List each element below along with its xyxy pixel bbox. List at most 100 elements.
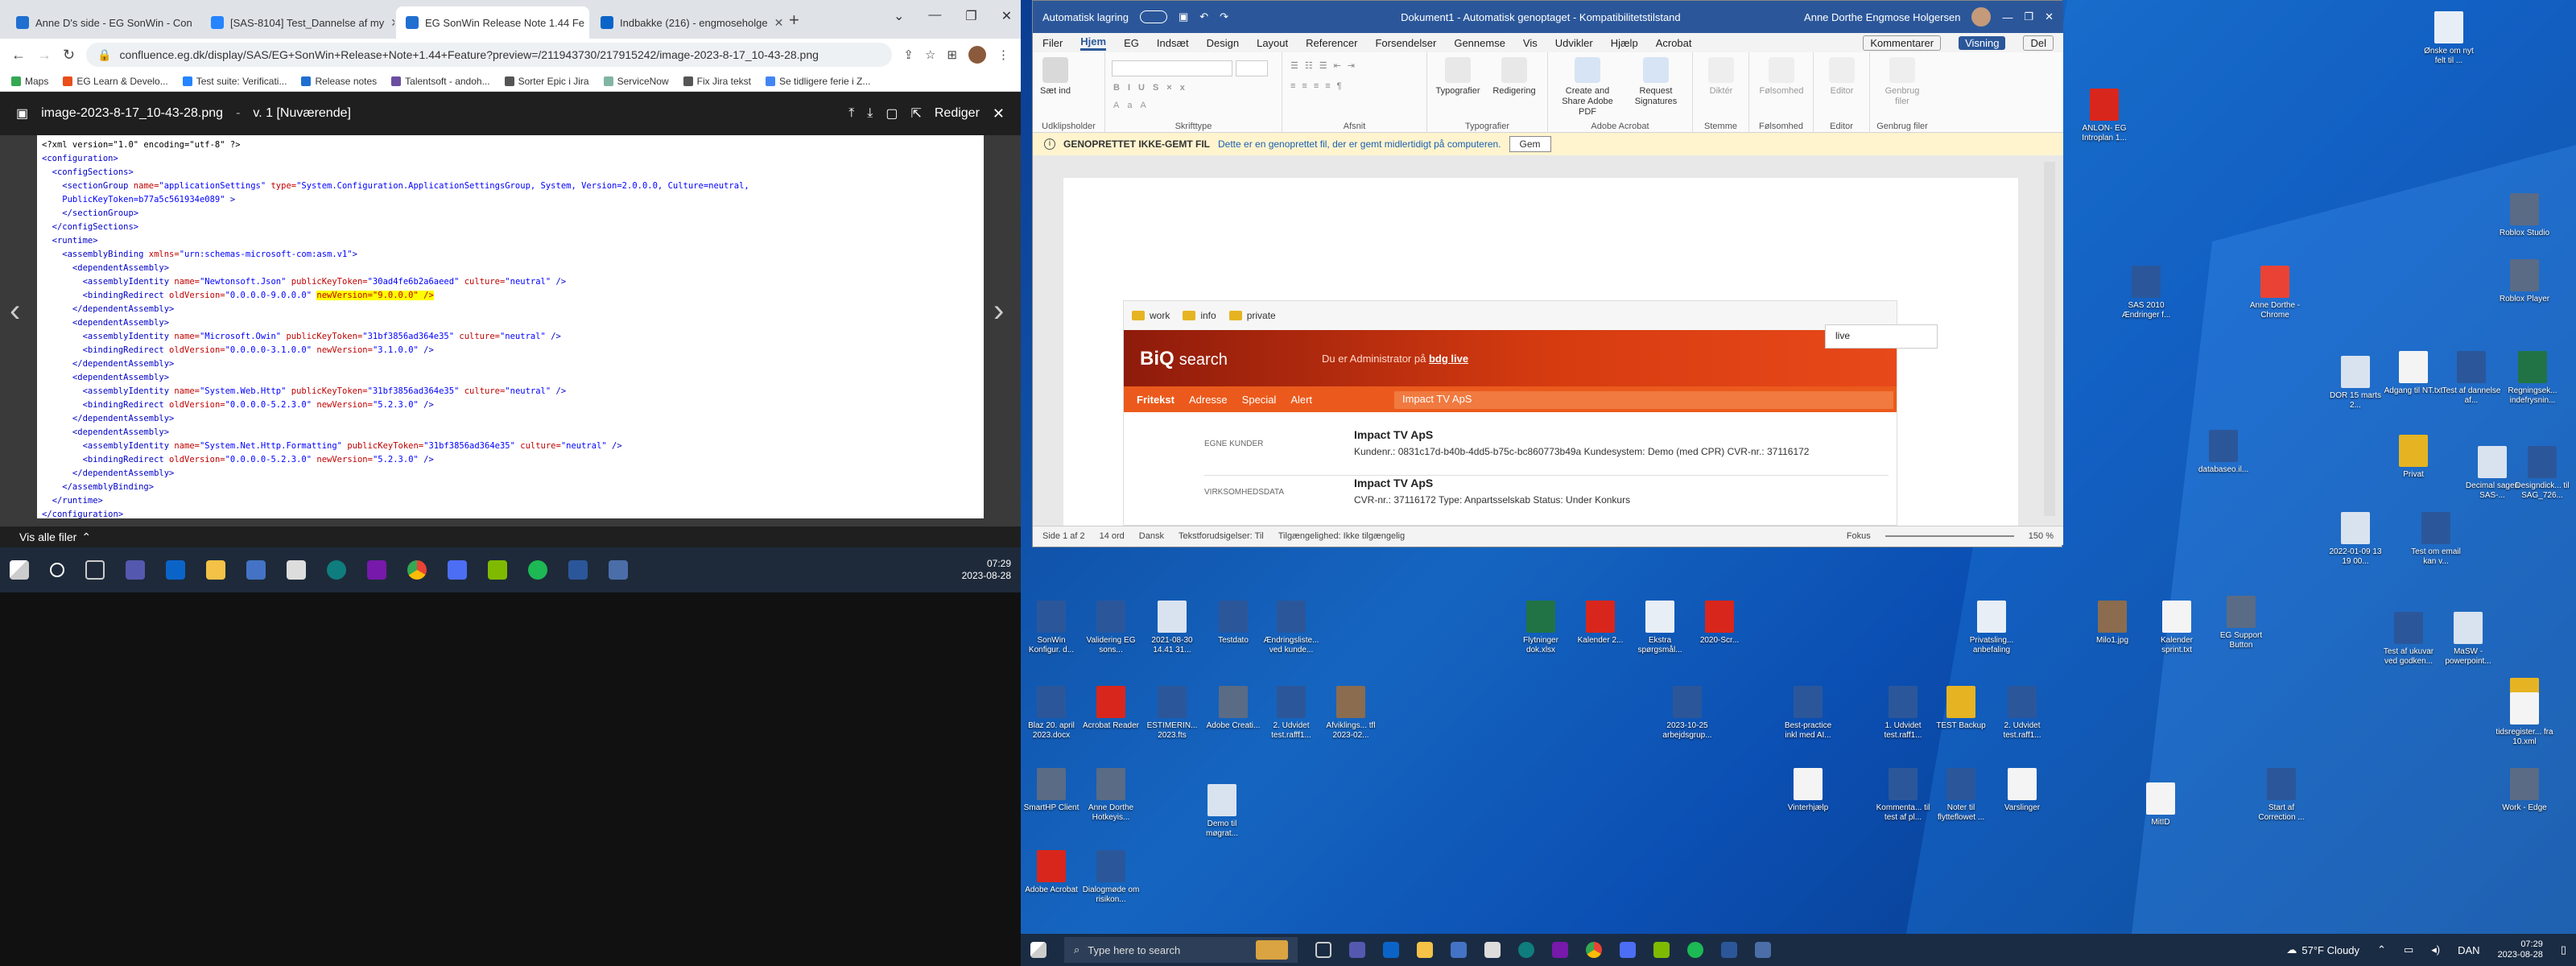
- desktop-icon[interactable]: Blaz 20. april 2023.docx: [1021, 686, 1082, 741]
- desktop-icon[interactable]: SonWin Konfigur. d...: [1021, 601, 1082, 655]
- close-icon[interactable]: ✕: [199, 16, 200, 30]
- volume-icon[interactable]: ◂): [2431, 943, 2440, 956]
- desktop-icon[interactable]: tidsregister... fra 10.xml: [2494, 692, 2555, 747]
- bookmark-item[interactable]: Se tidligere ferie i Z...: [765, 76, 870, 87]
- zoom-level[interactable]: 150 %: [2029, 531, 2054, 541]
- preview-edit-button[interactable]: Rediger: [935, 106, 980, 121]
- browser-tab[interactable]: Anne D's side - EG SonWin - Con ✕: [6, 6, 200, 39]
- menu-eg[interactable]: EG: [1124, 37, 1139, 49]
- desktop-icon[interactable]: Kalender sprint.txt: [2146, 601, 2207, 655]
- close-preview-icon[interactable]: ✕: [993, 105, 1005, 122]
- teams-icon[interactable]: [126, 560, 145, 580]
- create-pdf-button[interactable]: Create and Share Adobe PDF: [1553, 57, 1622, 118]
- next-arrow-icon[interactable]: ›: [993, 293, 1004, 329]
- desktop-icon[interactable]: Afviklings... tfl 2023-02...: [1320, 686, 1381, 741]
- app-icon[interactable]: [609, 560, 628, 580]
- bookmark-item[interactable]: Sorter Epic i Jira: [504, 76, 589, 87]
- edge-icon[interactable]: [1518, 942, 1534, 958]
- network-icon[interactable]: ▭: [2404, 943, 2413, 956]
- font-color-buttons[interactable]: AaA: [1113, 101, 1154, 110]
- task-view-icon[interactable]: [1315, 942, 1331, 958]
- outlook-icon[interactable]: [166, 560, 185, 580]
- desktop-icon[interactable]: Kalender 2...: [1570, 601, 1631, 646]
- back-icon[interactable]: ←: [11, 47, 26, 64]
- download-icon[interactable]: ⤓: [867, 106, 873, 121]
- avatar[interactable]: [1971, 7, 1992, 27]
- forward-icon[interactable]: →: [37, 47, 52, 64]
- file-explorer-icon[interactable]: [206, 560, 225, 580]
- paste-button[interactable]: Sæt ind: [1039, 57, 1071, 97]
- outlook-icon[interactable]: [1383, 942, 1399, 958]
- bookmark-item[interactable]: Release notes: [301, 76, 377, 87]
- star-icon[interactable]: ☆: [925, 47, 935, 62]
- close-window-icon[interactable]: ✕: [1001, 8, 1012, 24]
- menu-hjaelp[interactable]: Hjælp: [1611, 37, 1638, 49]
- desktop-icon[interactable]: Adobe Creati...: [1203, 686, 1264, 731]
- desktop-icon[interactable]: TEST Backup: [1930, 686, 1992, 731]
- app-icon[interactable]: [1620, 942, 1636, 958]
- word-icon[interactable]: [1721, 942, 1737, 958]
- search-icon[interactable]: [50, 563, 64, 577]
- save-recovered-button[interactable]: Gem: [1509, 136, 1551, 152]
- desktop-icon[interactable]: Adgang til NT.txt: [2383, 351, 2444, 396]
- desktop-icon[interactable]: ANLON- EG Introplan 1...: [2074, 89, 2135, 143]
- status-accessibility[interactable]: Tilgængelighed: Ikke tilgængelig: [1278, 531, 1405, 541]
- maximize-icon[interactable]: ❐: [2024, 10, 2033, 23]
- undo-icon[interactable]: ↶: [1199, 10, 1208, 23]
- desktop-icon[interactable]: Regningsek... indefrysnin...: [2502, 351, 2563, 406]
- desktop-icon[interactable]: MaSW - powerpoint...: [2438, 612, 2499, 667]
- menu-referencer[interactable]: Referencer: [1306, 37, 1357, 49]
- chrome-icon[interactable]: [1586, 942, 1602, 958]
- font-format-buttons[interactable]: BIUS×x: [1113, 83, 1193, 93]
- bookmark-item[interactable]: ServiceNow: [603, 76, 669, 87]
- desktop-icon[interactable]: Anne Dorthe Hotkeyis...: [1080, 768, 1141, 823]
- desktop-icon[interactable]: Privatsling... anbefaling: [1961, 601, 2022, 655]
- onenote-icon[interactable]: [1552, 942, 1568, 958]
- close-icon[interactable]: ✕: [2045, 10, 2054, 23]
- desktop-icon[interactable]: Test af dannelse af...: [2441, 351, 2502, 406]
- desktop-icon[interactable]: Designdick... til SAG_726...: [2512, 446, 2573, 501]
- task-view-icon[interactable]: [85, 560, 105, 580]
- bookmark-item[interactable]: Maps: [11, 76, 48, 87]
- focus-button[interactable]: Fokus: [1847, 531, 1871, 541]
- chrome-icon[interactable]: [407, 560, 427, 580]
- view-mode-button[interactable]: Visning: [1959, 35, 2006, 50]
- url-field[interactable]: 🔒 confluence.eg.dk/display/SAS/EG+SonWin…: [86, 43, 893, 67]
- chevron-up-icon[interactable]: ⌃: [81, 530, 91, 544]
- bookmark-item[interactable]: Test suite: Verificati...: [182, 76, 287, 87]
- desktop-icon[interactable]: Testdato: [1203, 601, 1264, 646]
- desktop-icon[interactable]: Privat: [2383, 435, 2444, 480]
- weather-text[interactable]: 57°F Cloudy: [2301, 944, 2359, 956]
- preview-version[interactable]: v. 1 [Nuværende]: [253, 106, 351, 121]
- desktop-icon[interactable]: 2. Udvidet test.raff1...: [1992, 686, 2053, 741]
- dictate-button[interactable]: Diktér: [1701, 57, 1741, 97]
- bookmark-item[interactable]: Fix Jira tekst: [683, 76, 751, 87]
- spotify-icon[interactable]: [1687, 942, 1703, 958]
- desktop-icon[interactable]: Test om email kan v...: [2405, 512, 2467, 567]
- file-explorer-icon[interactable]: [1417, 942, 1433, 958]
- desktop-icon[interactable]: Test af ukuvar ved godken...: [2378, 612, 2439, 667]
- browser-tab[interactable]: [SAS-8104] Test_Dannelse af my ✕: [201, 6, 394, 39]
- desktop-icon[interactable]: Ændringsliste... ved kunde...: [1261, 601, 1322, 655]
- menu-layout[interactable]: Layout: [1257, 37, 1288, 49]
- share-button[interactable]: Del: [2023, 35, 2054, 51]
- app-icon[interactable]: [1755, 942, 1771, 958]
- previous-arrow-icon[interactable]: ‹: [10, 293, 20, 329]
- reload-icon[interactable]: ↻: [63, 47, 75, 64]
- tray-clock[interactable]: 07:29 2023-08-28: [2498, 939, 2543, 960]
- styles-button[interactable]: Typografier: [1434, 57, 1482, 97]
- bookmark-item[interactable]: Talentsoft - andoh...: [391, 76, 490, 87]
- font-size-dropdown[interactable]: [1236, 60, 1268, 76]
- menu-design[interactable]: Design: [1207, 37, 1239, 49]
- desktop-icon[interactable]: ESTIMERIN... 2023.fts: [1141, 686, 1203, 741]
- autosave-toggle[interactable]: [1139, 10, 1167, 23]
- comments-button[interactable]: Kommentarer: [1863, 35, 1942, 51]
- minimize-icon[interactable]: —: [928, 8, 941, 24]
- desktop-icon[interactable]: Vinterhjælp: [1777, 768, 1839, 813]
- app-icon[interactable]: [448, 560, 467, 580]
- request-signatures-button[interactable]: Request Signatures: [1624, 57, 1688, 107]
- redo-icon[interactable]: ↷: [1220, 10, 1228, 23]
- maximize-icon[interactable]: ❐: [965, 8, 976, 24]
- spotify-icon[interactable]: [528, 560, 547, 580]
- desktop-icon[interactable]: 1. Udvidet test.raff1...: [1872, 686, 1934, 741]
